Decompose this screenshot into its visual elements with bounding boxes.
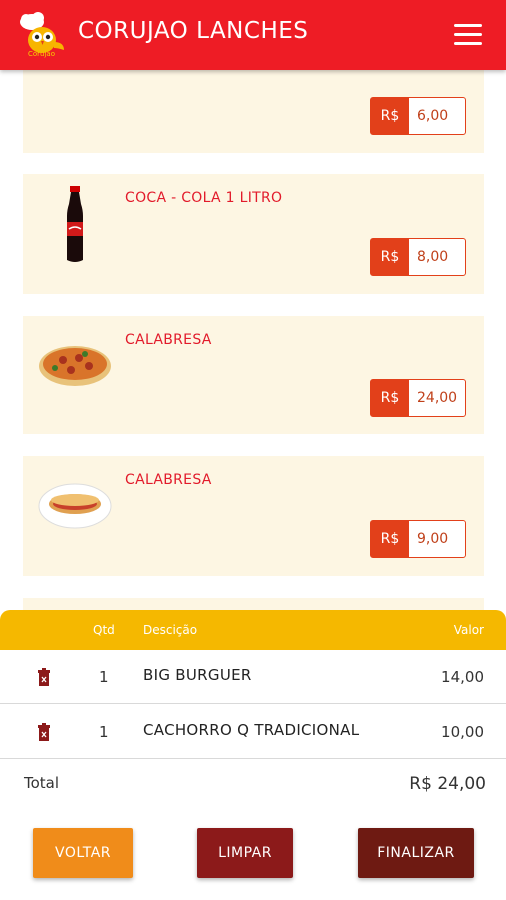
item-value: 10,00 [441, 723, 484, 741]
item-qty: 1 [99, 668, 109, 686]
back-button[interactable]: VOLTAR [33, 828, 133, 878]
price-value[interactable]: 9,00 [409, 521, 465, 557]
product-name: CALABRESA [125, 332, 212, 348]
total-value: R$ 24,00 [409, 774, 486, 794]
currency-label: R$ [371, 380, 409, 416]
soda-bottle-image [67, 186, 83, 262]
item-qty: 1 [99, 723, 109, 741]
product-card[interactable]: CALABRESA R$ 9,00 [23, 456, 484, 576]
product-card[interactable]: COCA - COLA 1 LITRO R$ 8,00 [23, 174, 484, 294]
price-field[interactable]: R$ 6,00 [370, 97, 466, 135]
total-label: Total [24, 774, 60, 792]
app-title: CORUJAO LANCHES [78, 18, 309, 44]
finish-button[interactable]: FINALIZAR [358, 828, 474, 878]
app-header: Corujão CORUJAO LANCHES [0, 0, 506, 70]
currency-label: R$ [371, 98, 409, 134]
value-header: Valor [453, 623, 484, 637]
product-card[interactable]: R$ 6,00 [23, 70, 484, 153]
sandwich-image [38, 483, 112, 529]
pizza-image [39, 346, 111, 386]
logo-text: Corujão [28, 50, 55, 58]
order-row: 1 BIG BURGUER 14,00 [0, 650, 506, 704]
hamburger-menu-icon[interactable] [454, 24, 482, 46]
clear-button[interactable]: LIMPAR [197, 828, 293, 878]
order-table-header: Qtd Descição Valor [0, 610, 506, 650]
price-value[interactable]: 6,00 [409, 98, 465, 134]
currency-label: R$ [371, 239, 409, 275]
trash-icon[interactable] [36, 723, 52, 741]
order-row: 1 CACHORRO Q TRADICIONAL 10,00 [0, 705, 506, 759]
item-desc: BIG BURGUER [143, 666, 252, 684]
price-value[interactable]: 8,00 [409, 239, 465, 275]
currency-label: R$ [371, 521, 409, 557]
trash-icon[interactable] [36, 668, 52, 686]
product-card[interactable]: CALABRESA R$ 24,00 [23, 316, 484, 434]
price-value[interactable]: 24,00 [409, 380, 465, 416]
order-panel: Qtd Descição Valor 1 BIG BURGUER 14,00 1… [0, 610, 506, 900]
product-list[interactable]: R$ 6,00 COCA - COLA 1 LITRO R$ 8,00 CALA… [0, 70, 506, 610]
price-field[interactable]: R$ 24,00 [370, 379, 466, 417]
product-card[interactable] [23, 598, 484, 610]
product-name: COCA - COLA 1 LITRO [125, 190, 283, 206]
price-field[interactable]: R$ 8,00 [370, 238, 466, 276]
item-value: 14,00 [441, 668, 484, 686]
product-name: CALABRESA [125, 472, 212, 488]
owl-chef-logo: Corujão [20, 12, 64, 58]
price-field[interactable]: R$ 9,00 [370, 520, 466, 558]
qty-header: Qtd [93, 623, 115, 637]
desc-header: Descição [143, 623, 198, 637]
item-desc: CACHORRO Q TRADICIONAL [143, 721, 360, 739]
